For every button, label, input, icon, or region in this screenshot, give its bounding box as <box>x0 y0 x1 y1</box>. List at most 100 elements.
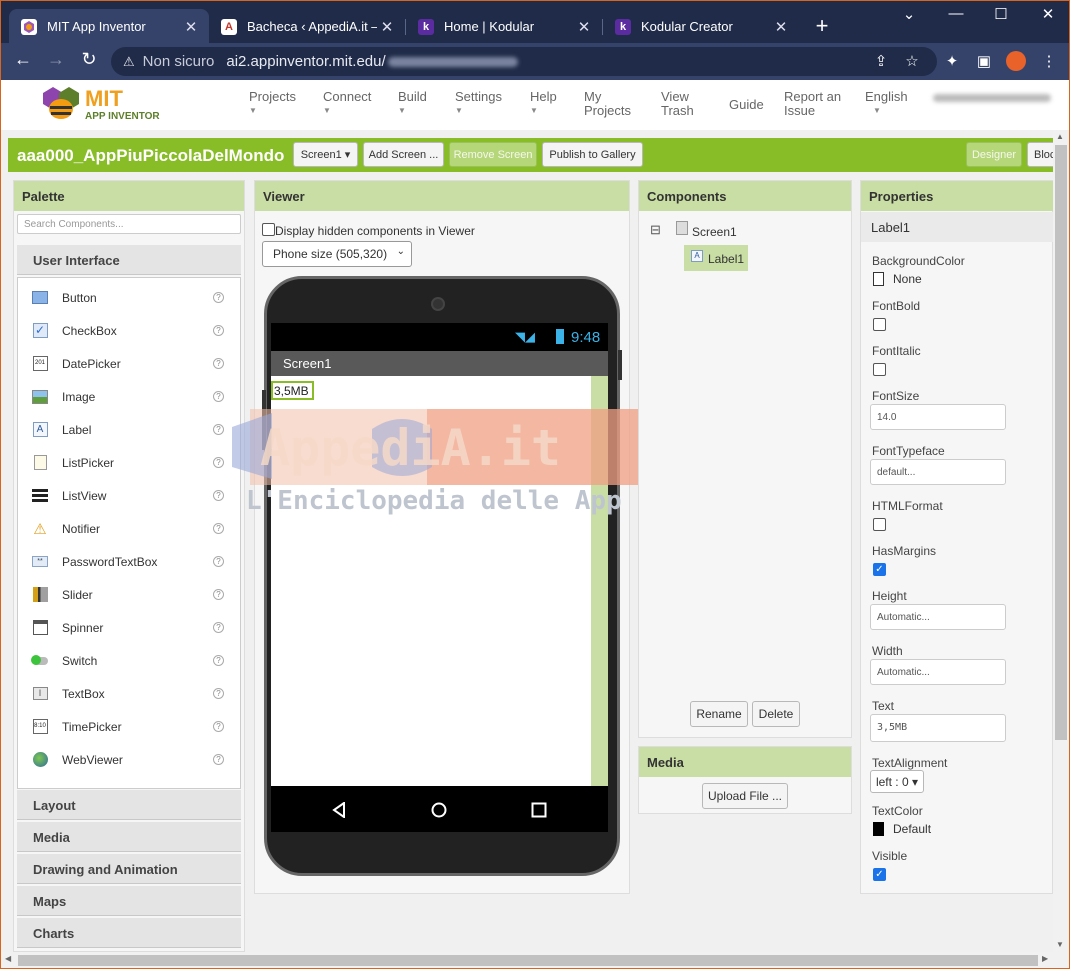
palette-item-image[interactable]: Image ? <box>18 380 240 413</box>
palette-item-listpicker[interactable]: ListPicker ? <box>18 446 240 479</box>
phone-size-select[interactable]: Phone size (505,320) ⌄ <box>262 241 412 267</box>
palette-item-timepicker[interactable]: 8:10 TimePicker ? <box>18 710 240 743</box>
menu-language[interactable]: English ▼ <box>865 90 908 118</box>
new-tab-button[interactable]: + <box>807 13 837 39</box>
help-icon[interactable]: ? <box>213 490 224 501</box>
close-window-button[interactable]: ✕ <box>1033 5 1063 23</box>
fontbold-checkbox[interactable] <box>873 318 886 331</box>
menu-settings[interactable]: Settings ▼ <box>455 90 502 118</box>
color-swatch-none[interactable] <box>873 272 884 286</box>
fonttypeface-input[interactable]: default... <box>870 459 1006 485</box>
palette-item-textbox[interactable]: I TextBox ? <box>18 677 240 710</box>
menu-report-issue[interactable]: Report an Issue <box>784 90 841 118</box>
tab-kodular-home[interactable]: k Home | Kodular ✕ <box>406 9 602 44</box>
help-icon[interactable]: ? <box>213 325 224 336</box>
menu-help[interactable]: Help ▼ <box>530 90 557 118</box>
width-input[interactable]: Automatic... <box>870 659 1006 685</box>
close-tab-icon[interactable]: ✕ <box>181 18 201 36</box>
help-icon[interactable]: ? <box>213 721 224 732</box>
palette-item-slider[interactable]: Slider ? <box>18 578 240 611</box>
minimize-button[interactable]: — <box>941 5 971 22</box>
close-tab-icon[interactable]: ✕ <box>771 18 791 36</box>
scroll-down-arrow-icon[interactable]: ▼ <box>1056 940 1064 949</box>
category-charts[interactable]: Charts <box>17 918 241 948</box>
help-icon[interactable]: ? <box>213 688 224 699</box>
reload-icon[interactable]: ↻ <box>76 49 102 70</box>
kebab-menu-icon[interactable]: ⋮ <box>1039 52 1059 70</box>
help-icon[interactable]: ? <box>213 391 224 402</box>
tree-label1-selected[interactable]: A Label1 <box>684 245 748 271</box>
help-icon[interactable]: ? <box>213 556 224 567</box>
height-input[interactable]: Automatic... <box>870 604 1006 630</box>
category-drawing-animation[interactable]: Drawing and Animation <box>17 854 241 884</box>
search-components-input[interactable]: Search Components... <box>17 214 241 234</box>
category-maps[interactable]: Maps <box>17 886 241 916</box>
menu-connect[interactable]: Connect ▼ <box>323 90 371 118</box>
menu-guide[interactable]: Guide <box>729 98 764 112</box>
remove-screen-button[interactable]: Remove Screen <box>449 142 537 167</box>
help-icon[interactable]: ? <box>213 523 224 534</box>
tab-search-dropdown-icon[interactable]: ⌄ <box>894 5 924 23</box>
palette-item-spinner[interactable]: Spinner ? <box>18 611 240 644</box>
fontsize-input[interactable]: 14.0 <box>870 404 1006 430</box>
collapse-tree-icon[interactable]: ⊟ <box>650 222 661 238</box>
tab-appedia[interactable]: A Bacheca ‹ AppediA.it — W ✕ <box>209 9 405 44</box>
tree-screen1[interactable]: Screen1 <box>692 225 737 239</box>
menu-build[interactable]: Build ▼ <box>398 90 427 118</box>
prop-textcolor-value[interactable]: Default <box>893 822 931 836</box>
delete-button[interactable]: Delete <box>752 701 800 727</box>
app-inventor-logo[interactable]: MIT APP INVENTOR <box>39 84 169 124</box>
share-icon[interactable]: ⇪ <box>871 52 891 70</box>
star-icon[interactable]: ☆ <box>902 52 922 70</box>
sidepanel-icon[interactable]: ▣ <box>974 52 994 70</box>
maximize-button[interactable]: ☐ <box>986 5 1016 23</box>
help-icon[interactable]: ? <box>213 457 224 468</box>
palette-item-checkbox[interactable]: ✓ CheckBox ? <box>18 314 240 347</box>
label1-preview[interactable]: 3,5MB <box>271 381 314 400</box>
palette-item-button[interactable]: Button ? <box>18 281 240 314</box>
help-icon[interactable]: ? <box>213 622 224 633</box>
category-layout[interactable]: Layout <box>17 790 241 820</box>
display-hidden-checkbox[interactable] <box>262 223 275 236</box>
prop-backgroundcolor-value[interactable]: None <box>893 272 922 286</box>
palette-item-listview[interactable]: ListView ? <box>18 479 240 512</box>
help-icon[interactable]: ? <box>213 358 224 369</box>
scroll-up-arrow-icon[interactable]: ▲ <box>1056 132 1064 141</box>
palette-item-passwordtextbox[interactable]: ** PasswordTextBox ? <box>18 545 240 578</box>
palette-item-webviewer[interactable]: WebViewer ? <box>18 743 240 776</box>
rename-button[interactable]: Rename <box>690 701 748 727</box>
palette-item-datepicker[interactable]: 201 DatePicker ? <box>18 347 240 380</box>
account-email-blurred[interactable] <box>933 94 1051 102</box>
fontitalic-checkbox[interactable] <box>873 363 886 376</box>
close-tab-icon[interactable]: ✕ <box>574 18 594 36</box>
text-textarea[interactable]: 3,5MB <box>870 714 1006 742</box>
help-icon[interactable]: ? <box>213 589 224 600</box>
palette-item-switch[interactable]: Switch ? <box>18 644 240 677</box>
vertical-scroll-thumb[interactable] <box>1055 145 1067 740</box>
menu-projects[interactable]: Projects ▼ <box>249 90 296 118</box>
publish-gallery-button[interactable]: Publish to Gallery <box>542 142 643 167</box>
textalignment-select[interactable]: left : 0 ▾ <box>870 770 924 793</box>
help-icon[interactable]: ? <box>213 754 224 765</box>
help-icon[interactable]: ? <box>213 424 224 435</box>
screen-select[interactable]: Screen1 ▾ <box>293 142 358 167</box>
menu-my-projects[interactable]: My Projects <box>584 90 631 118</box>
hasmargins-checkbox[interactable]: ✓ <box>873 563 886 576</box>
upload-file-button[interactable]: Upload File ... <box>702 783 788 809</box>
htmlformat-checkbox[interactable] <box>873 518 886 531</box>
scroll-left-arrow-icon[interactable]: ◀ <box>5 954 11 963</box>
forward-arrow-icon[interactable]: → <box>43 49 69 70</box>
tab-mit-app-inventor[interactable]: MIT App Inventor ✕ <box>9 9 209 44</box>
close-tab-icon[interactable]: ✕ <box>377 18 397 36</box>
profile-avatar[interactable] <box>1006 51 1026 71</box>
horizontal-scroll-thumb[interactable] <box>18 955 1038 966</box>
palette-item-label[interactable]: A Label ? <box>18 413 240 446</box>
scroll-right-arrow-icon[interactable]: ▶ <box>1042 954 1048 963</box>
category-user-interface[interactable]: User Interface <box>17 245 241 275</box>
url-field[interactable]: ⚠ Non sicuro ai2.appinventor.mit.edu/ <box>111 47 937 76</box>
visible-checkbox[interactable]: ✓ <box>873 868 886 881</box>
add-screen-button[interactable]: Add Screen ... <box>363 142 444 167</box>
back-arrow-icon[interactable]: ← <box>10 49 36 70</box>
tab-kodular-creator[interactable]: k Kodular Creator ✕ <box>603 9 799 44</box>
help-icon[interactable]: ? <box>213 655 224 666</box>
